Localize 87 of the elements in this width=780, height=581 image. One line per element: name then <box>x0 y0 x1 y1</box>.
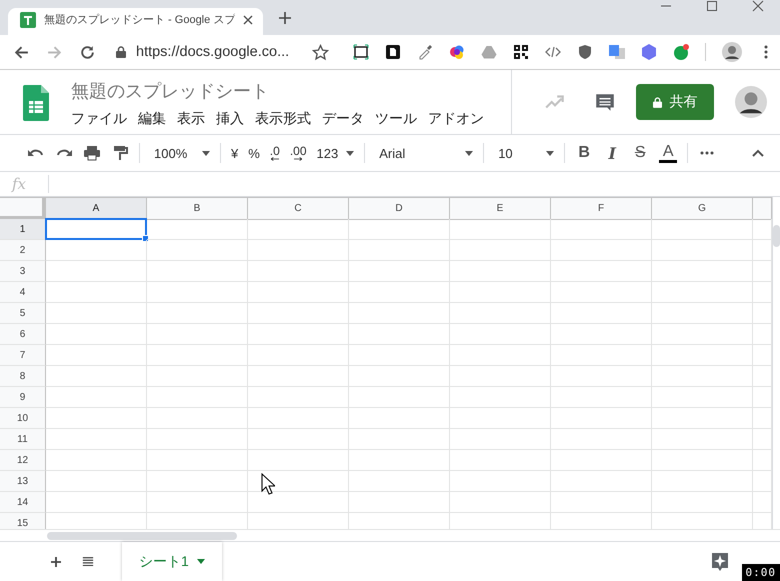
row-header[interactable]: 7 <box>0 345 46 366</box>
column-header[interactable]: E <box>450 198 551 220</box>
number-format-dropdown[interactable]: 123 <box>316 146 354 160</box>
row-header[interactable]: 1 <box>0 219 46 240</box>
sheets-favicon-icon <box>20 12 36 28</box>
row-header[interactable]: 11 <box>0 429 46 450</box>
row-header[interactable]: 6 <box>0 324 46 345</box>
avatar-icon[interactable] <box>735 86 767 118</box>
add-sheet-icon[interactable] <box>50 556 62 568</box>
new-tab-icon[interactable] <box>279 12 292 24</box>
code-icon[interactable] <box>545 44 561 60</box>
column-header[interactable]: G <box>652 198 753 220</box>
menu-item[interactable]: データ <box>322 110 364 128</box>
row-header[interactable]: 9 <box>0 387 46 408</box>
font-size-dropdown[interactable]: 10 <box>494 146 554 160</box>
format-button[interactable]: B <box>575 144 594 162</box>
column-header[interactable]: A <box>46 198 147 220</box>
circle-check-icon[interactable] <box>673 44 689 60</box>
column-header[interactable]: F <box>551 198 652 220</box>
right-arrow-icon <box>294 157 302 161</box>
sheets-logo-icon[interactable] <box>23 85 49 121</box>
lock-icon <box>116 46 126 58</box>
fx-label: fx <box>0 175 49 193</box>
translate-icon[interactable] <box>609 44 625 60</box>
select-all-corner[interactable] <box>0 198 46 220</box>
lock-icon <box>652 96 662 108</box>
browser-tab[interactable]: 無題のスプレッドシート - Google スプ <box>8 8 264 35</box>
menu-item[interactable]: 表示 <box>177 110 205 128</box>
format-button[interactable]: A <box>659 144 678 162</box>
sheet-tab[interactable]: シート1 <box>122 542 222 581</box>
format-button[interactable]: S <box>631 144 650 162</box>
document-icon[interactable] <box>385 44 401 60</box>
menu-item[interactable]: 表示形式 <box>255 110 311 128</box>
star-icon[interactable] <box>312 44 329 60</box>
zoom-dropdown[interactable]: 100% <box>150 146 210 160</box>
column-header[interactable] <box>753 198 772 220</box>
address-text[interactable]: https://docs.google.co... <box>136 44 312 60</box>
row-header[interactable]: 8 <box>0 366 46 387</box>
row-header[interactable]: 3 <box>0 261 46 282</box>
format-button[interactable]: I <box>603 144 622 162</box>
column-header[interactable]: B <box>147 198 248 220</box>
pipette-icon[interactable] <box>417 44 433 60</box>
row-header[interactable]: 5 <box>0 303 46 324</box>
menu-item[interactable]: ファイル <box>71 110 127 128</box>
screenshot-icon[interactable] <box>353 44 369 60</box>
row-header[interactable]: 14 <box>0 492 46 513</box>
close-icon[interactable] <box>752 0 764 12</box>
percent-format-button[interactable]: % <box>248 146 260 160</box>
avatar-icon[interactable] <box>722 42 742 62</box>
document-title[interactable]: 無題のスプレッドシート <box>71 79 511 103</box>
row-header[interactable]: 15 <box>0 513 46 529</box>
explore-icon[interactable] <box>710 550 730 572</box>
back-icon[interactable] <box>13 44 30 60</box>
hexagon-icon[interactable] <box>641 44 657 60</box>
qr-code-icon[interactable] <box>513 44 529 60</box>
menu-item[interactable]: アドオン <box>428 110 484 128</box>
colorful-blob-icon[interactable] <box>449 44 465 60</box>
row-header[interactable]: 10 <box>0 408 46 429</box>
left-arrow-icon <box>270 157 279 161</box>
scrollbar-thumb[interactable] <box>47 532 237 540</box>
close-icon[interactable] <box>243 14 254 24</box>
font-dropdown[interactable]: Arial <box>375 146 474 160</box>
cursor-icon <box>261 473 275 495</box>
row-header[interactable]: 12 <box>0 450 46 471</box>
scrollbar-thumb[interactable] <box>773 225 780 247</box>
currency-format-button[interactable]: ¥ <box>231 146 238 160</box>
drive-icon[interactable] <box>481 44 497 60</box>
timer: 0:00 <box>742 564 780 581</box>
menu-item[interactable]: ツール <box>375 110 417 128</box>
menu-item[interactable]: 編集 <box>138 110 166 128</box>
decrease-decimals-button[interactable]: .0 <box>270 145 280 161</box>
shield-icon[interactable] <box>577 44 593 60</box>
menu-item[interactable]: 挿入 <box>216 110 244 128</box>
row-header[interactable]: 4 <box>0 282 46 303</box>
share-button[interactable]: 共有 <box>636 84 714 120</box>
row-header[interactable]: 13 <box>0 471 46 492</box>
column-header[interactable]: C <box>248 198 349 220</box>
tab-title: 無題のスプレッドシート - Google スプ <box>44 12 236 27</box>
row-header[interactable]: 2 <box>0 240 46 261</box>
print-icon[interactable] <box>83 144 101 162</box>
reload-icon[interactable] <box>79 44 96 60</box>
menu-icon[interactable] <box>82 556 94 568</box>
paint-format-icon[interactable] <box>111 144 129 162</box>
forward-icon[interactable] <box>46 44 63 60</box>
maximize-icon[interactable] <box>706 0 718 12</box>
column-header[interactable]: D <box>349 198 450 220</box>
increase-decimals-button[interactable]: .00 <box>290 145 306 161</box>
